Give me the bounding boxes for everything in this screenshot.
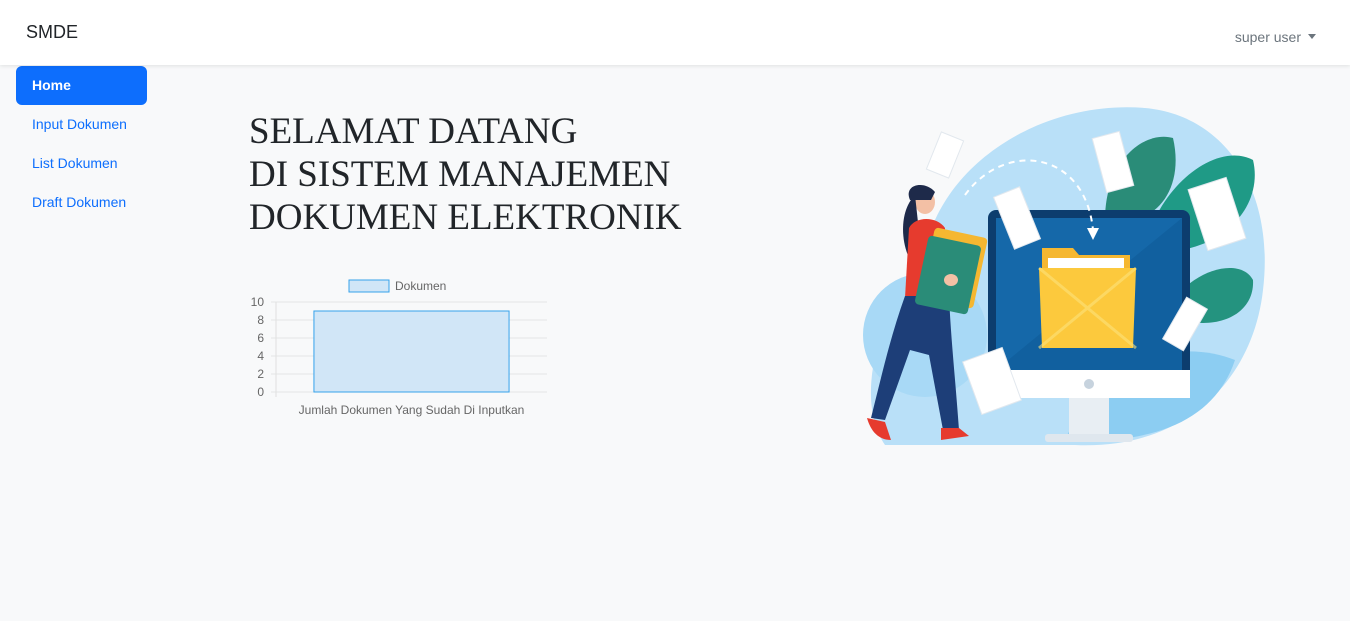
x-category-label: Jumlah Dokumen Yang Sudah Di Inputkan [299,403,525,417]
sidebar-item-draft-dokumen[interactable]: Draft Dokumen [16,183,147,222]
welcome-line: SELAMAT DATANG [249,111,578,152]
top-navbar: SMDE super user [0,0,1350,65]
sidebar-nav: Home Input Dokumen List Dokumen Draft Do… [16,66,147,222]
welcome-heading: SELAMAT DATANG DI SISTEM MANAJEMEN DOKUM… [249,110,682,239]
user-dropdown[interactable]: super user [1235,29,1316,45]
sidebar-item-input-dokumen[interactable]: Input Dokumen [16,105,147,144]
brand-logo-text[interactable]: SMDE [26,22,78,43]
legend-label: Dokumen [395,279,446,293]
y-tick-label: 0 [257,385,264,399]
y-tick-label: 8 [257,313,264,327]
user-name: super user [1234,29,1301,45]
y-tick-label: 6 [257,331,264,345]
welcome-line: DOKUMEN ELEKTRONIK [249,197,682,238]
legend-swatch [348,279,390,293]
sidebar-item-home[interactable]: Home [16,66,147,105]
caret-down-icon [1308,33,1316,39]
bar-chart-svg: Dokumen 0 2 4 6 8 10 Jumlah Dokumen Yang Sudah … [251,279,547,417]
bar [313,310,510,393]
document-count-chart: Dokumen 0 2 4 6 8 10 Jumlah Dokumen Yang Sudah … [240,272,560,422]
welcome-line: DI SISTEM MANAJEMEN [249,154,671,195]
document-management-illustration [863,107,1265,446]
sidebar-item-list-dokumen[interactable]: List Dokumen [16,144,147,183]
y-tick-label: 2 [257,367,264,381]
y-tick-label: 10 [251,295,265,309]
y-tick-label: 4 [257,349,264,363]
